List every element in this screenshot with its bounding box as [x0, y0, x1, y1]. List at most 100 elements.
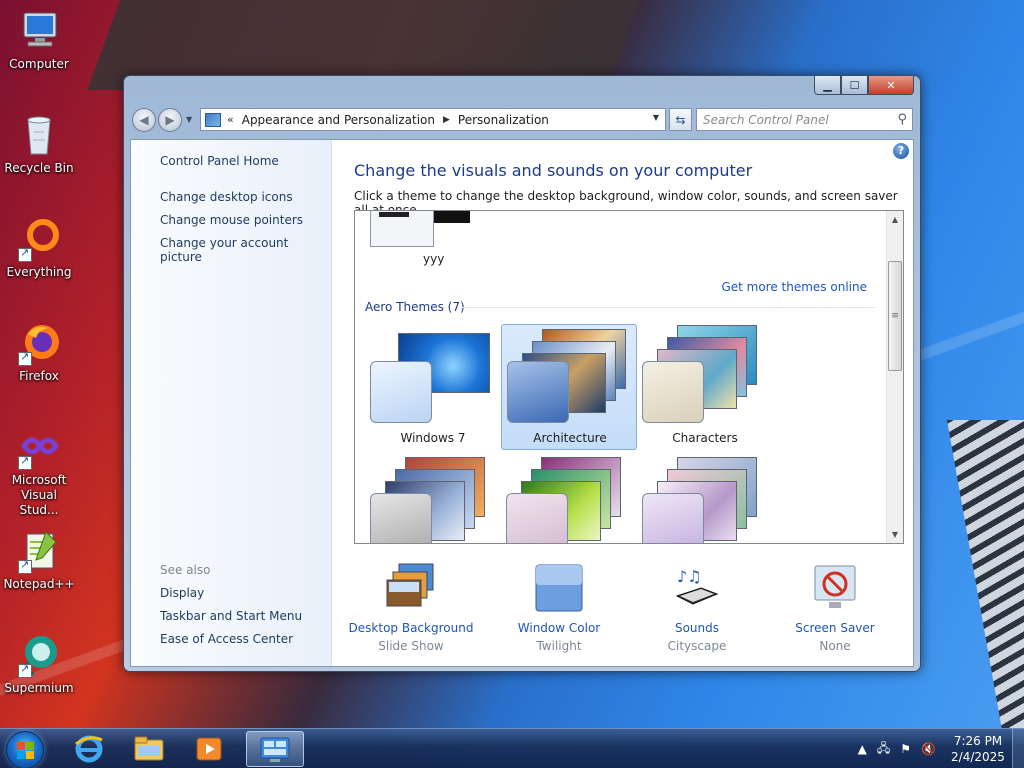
search-input[interactable]: Search Control Panel ⚲: [696, 108, 913, 131]
theme-item[interactable]: [501, 457, 637, 543]
window-caption-buttons: ▁ ☐ ✕: [814, 76, 914, 95]
ease-of-access-link[interactable]: Ease of Access Center: [160, 632, 293, 646]
control-panel-icon: [205, 112, 221, 127]
desktop-icon-label: Supermium: [4, 681, 74, 695]
group-divider: [460, 307, 875, 308]
taskbar-media-player[interactable]: [182, 731, 236, 767]
my-theme-label[interactable]: yyy: [423, 252, 444, 266]
window-client-area: Control Panel Home Change desktop icons …: [130, 139, 914, 667]
get-more-themes-link[interactable]: Get more themes online: [721, 280, 867, 294]
screen-saver-value: None: [819, 639, 851, 653]
desktop-background-setting[interactable]: Desktop Background Slide Show: [342, 560, 480, 656]
forward-arrow-icon: ▶: [165, 113, 175, 127]
minimize-button[interactable]: ▁: [814, 76, 841, 95]
navigation-bar: ◀ ▶ ▼ « Appearance and Personalization ▶…: [130, 106, 914, 134]
desktop-background-icon: [385, 562, 437, 614]
taskbar-file-explorer[interactable]: [122, 731, 176, 767]
screen-saver-setting[interactable]: Screen Saver None: [766, 560, 904, 656]
my-theme-thumbnail[interactable]: [370, 211, 434, 247]
desktop-icon-notepad-plus-plus[interactable]: Notepad++: [2, 528, 76, 592]
refresh-button[interactable]: ⇆: [669, 108, 692, 131]
breadcrumb-appearance[interactable]: Appearance and Personalization: [242, 113, 435, 127]
maximize-icon: ☐: [849, 78, 860, 92]
action-center-flag-icon[interactable]: ⚑: [900, 742, 911, 756]
back-button[interactable]: ◀: [132, 108, 156, 132]
window-color-icon: [533, 562, 585, 614]
control-panel-home-link[interactable]: Control Panel Home: [160, 154, 279, 168]
forward-button[interactable]: ▶: [158, 108, 182, 132]
theme-architecture[interactable]: Architecture: [501, 324, 637, 450]
taskbar-control-panel[interactable]: [246, 731, 304, 767]
theme-item[interactable]: [637, 457, 773, 543]
recycle-bin-icon: [16, 112, 62, 158]
desktop-icon-recycle-bin[interactable]: Recycle Bin: [2, 112, 76, 176]
desktop-icon-supermium[interactable]: Supermium: [2, 632, 76, 696]
close-icon: ✕: [886, 78, 896, 92]
back-arrow-icon: ◀: [139, 113, 149, 127]
change-mouse-pointers-link[interactable]: Change mouse pointers: [160, 213, 303, 227]
window-color-value: Twilight: [536, 639, 582, 653]
volume-muted-icon[interactable]: 🔇: [921, 742, 936, 756]
help-icon[interactable]: ?: [893, 143, 909, 159]
desktop-icon-label: Microsoft Visual Stud...: [11, 473, 67, 517]
scroll-thumb[interactable]: ≡: [888, 261, 902, 371]
desktop-icon-label: Everything: [6, 265, 72, 279]
clock-time: 7:26 PM: [953, 734, 1003, 748]
desktop-background-link[interactable]: Desktop Background: [342, 620, 480, 636]
theme-thumbnail: [502, 325, 638, 425]
sounds-value: Cityscape: [667, 639, 727, 653]
screen-saver-icon: [809, 562, 861, 614]
recent-pages-dropdown-icon[interactable]: ▼: [186, 115, 192, 124]
change-account-picture-link[interactable]: Change your account picture: [160, 236, 331, 264]
address-dropdown-icon[interactable]: ▼: [653, 113, 659, 122]
taskbar-start-menu-link[interactable]: Taskbar and Start Menu: [160, 609, 302, 623]
svg-text:♪♫: ♪♫: [677, 567, 702, 586]
change-desktop-icons-link[interactable]: Change desktop icons: [160, 190, 293, 204]
window-color-link[interactable]: Window Color: [490, 620, 628, 636]
show-hidden-icons-icon[interactable]: ▲: [858, 742, 867, 756]
vertical-scrollbar[interactable]: ▲ ≡ ▼: [886, 211, 903, 543]
file-explorer-icon: [134, 736, 164, 761]
start-button[interactable]: [6, 731, 44, 768]
window-color-setting[interactable]: Window Color Twilight: [490, 560, 628, 656]
desktop-icon-firefox[interactable]: Firefox: [2, 320, 76, 384]
task-pane: Control Panel Home Change desktop icons …: [131, 140, 332, 666]
windows-logo-icon: [17, 742, 35, 760]
desktop-icon-label: Notepad++: [3, 577, 75, 591]
clock[interactable]: 7:26 PM 2/4/2025: [946, 733, 1010, 765]
sounds-setting[interactable]: ♪♫ Sounds Cityscape: [628, 560, 766, 656]
desktop-background-value: Slide Show: [378, 639, 444, 653]
theme-characters[interactable]: Characters: [637, 325, 773, 451]
show-desktop-button[interactable]: [1012, 729, 1024, 768]
aero-themes-heading: Aero Themes (7): [365, 300, 465, 314]
computer-icon: [16, 8, 62, 54]
desktop-icon-visual-studio[interactable]: Microsoft Visual Stud...: [2, 424, 76, 518]
screen-saver-link[interactable]: Screen Saver: [766, 620, 904, 636]
close-button[interactable]: ✕: [868, 76, 914, 95]
breadcrumb-overflow[interactable]: «: [227, 113, 234, 126]
supermium-icon: [16, 632, 62, 678]
sounds-icon: ♪♫: [671, 562, 723, 614]
media-player-icon: [196, 737, 222, 761]
taskbar: ▲ 🖧 ⚑ 🔇 7:26 PM 2/4/2025: [0, 728, 1024, 768]
desktop-icon-everything[interactable]: Everything: [2, 216, 76, 280]
scroll-up-icon[interactable]: ▲: [887, 211, 903, 228]
desktop-icon-computer[interactable]: Computer: [2, 8, 76, 72]
search-icon[interactable]: ⚲: [897, 112, 907, 127]
address-bar[interactable]: « Appearance and Personalization ▶ Perso…: [200, 108, 666, 131]
taskbar-internet-explorer[interactable]: [62, 731, 116, 767]
maximize-button[interactable]: ☐: [841, 76, 868, 95]
theme-item[interactable]: [365, 457, 501, 543]
breadcrumb-separator-icon[interactable]: ▶: [443, 115, 450, 125]
network-icon[interactable]: 🖧: [877, 739, 890, 760]
theme-thumbnail: [637, 325, 773, 425]
everything-icon: [16, 216, 62, 262]
theme-windows-7[interactable]: Windows 7: [365, 325, 501, 451]
breadcrumb-personalization[interactable]: Personalization: [458, 113, 549, 127]
page-title: Change the visuals and sounds on your co…: [354, 161, 753, 180]
notification-area: ▲ 🖧 ⚑ 🔇 7:26 PM 2/4/2025: [858, 729, 1010, 768]
display-link[interactable]: Display: [160, 586, 204, 600]
shortcut-arrow-icon: [18, 558, 32, 574]
sounds-link[interactable]: Sounds: [628, 620, 766, 636]
scroll-down-icon[interactable]: ▼: [887, 526, 903, 543]
